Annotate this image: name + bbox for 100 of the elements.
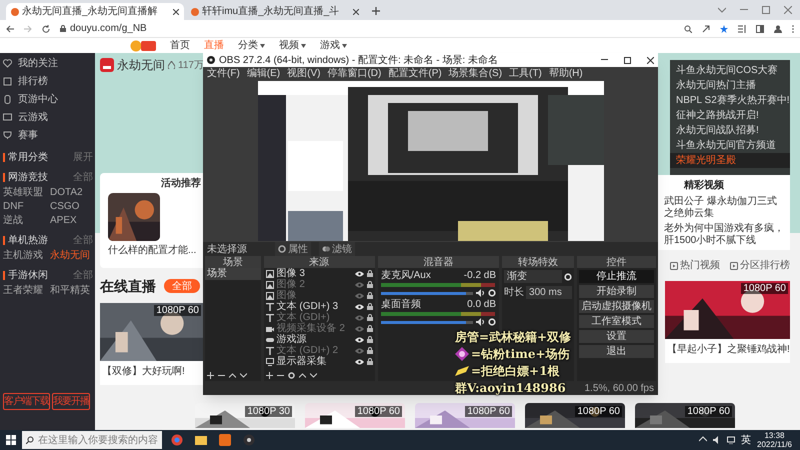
source-item[interactable]: 图像 3	[276, 268, 352, 279]
lock-icon[interactable]	[366, 270, 373, 277]
site-logo-icon[interactable]	[130, 40, 156, 52]
source-item[interactable]: 文本 (GDI+) 3	[276, 301, 352, 312]
chevron-icon[interactable]	[699, 436, 707, 444]
sidebar-link[interactable]: 页游中心	[3, 91, 93, 108]
side-panel-icon[interactable]	[756, 24, 764, 32]
eye-icon[interactable]	[354, 358, 364, 364]
notice-link[interactable]: 征神之路挑战开启!	[670, 108, 790, 123]
sidebar-link[interactable]: 云游戏	[3, 109, 93, 126]
category-link[interactable]: 和平精英	[50, 283, 93, 297]
video-link[interactable]: 武田公子 爆永劫伽刀三式之绝帅云集	[664, 196, 784, 220]
transition-dropdown[interactable]: 渐变	[504, 270, 562, 283]
video-link[interactable]: 老外为何中国游戏有多疯，肝1500小时不腻下线	[664, 223, 784, 247]
close-icon[interactable]	[173, 8, 179, 14]
down-icon[interactable]	[310, 372, 317, 378]
sidebar-link[interactable]: 赛事	[3, 127, 93, 144]
control-button[interactable]: 停止推流	[578, 270, 654, 283]
add-icon[interactable]	[207, 372, 214, 378]
category-link[interactable]: CSGO	[50, 199, 93, 213]
lock-icon[interactable]	[366, 303, 373, 310]
control-button[interactable]: 退出	[578, 345, 654, 358]
recorder-icon[interactable]	[243, 434, 255, 446]
reload-icon[interactable]	[42, 24, 50, 32]
sidebar-link[interactable]: 我的关注	[3, 55, 93, 72]
minimize-icon[interactable]	[601, 59, 608, 61]
duration-field[interactable]: 300 ms	[526, 286, 572, 299]
maximize-icon[interactable]	[624, 56, 631, 64]
volume-icon[interactable]	[476, 318, 486, 326]
category-link[interactable]: APEX	[50, 213, 93, 227]
source-item[interactable]: 图像 2	[276, 279, 352, 290]
eye-icon[interactable]	[354, 304, 364, 310]
folder-icon[interactable]	[195, 434, 207, 446]
network-icon[interactable]	[727, 436, 735, 444]
clock-time[interactable]: 13:38	[764, 431, 785, 440]
eye-icon[interactable]	[354, 336, 364, 342]
control-button[interactable]: 设置	[578, 330, 654, 343]
category-link[interactable]: DOTA2	[50, 185, 93, 199]
category-link[interactable]: 王者荣耀	[3, 283, 46, 297]
browser-icon[interactable]	[171, 434, 183, 446]
menu-item[interactable]: 工具(T)	[509, 66, 542, 81]
notice-link[interactable]: 永劫无间热门主播	[670, 78, 790, 93]
lock-icon[interactable]	[366, 358, 373, 365]
source-item[interactable]: 显示器采集	[276, 356, 352, 367]
notice-link[interactable]: 荣耀光明圣殿	[670, 153, 790, 168]
new-tab-icon[interactable]	[372, 7, 380, 15]
notice-link[interactable]: 斗鱼永劫无间官方频道	[670, 138, 790, 153]
menu-item[interactable]: 视图(V)	[287, 66, 320, 81]
menu-item[interactable]: 编辑(E)	[246, 66, 280, 81]
lock-icon[interactable]	[366, 325, 373, 332]
category-link[interactable]: 主机游戏	[3, 248, 46, 262]
search-field[interactable]: 在这里输入你要搜索的内容	[22, 431, 162, 449]
lock-icon[interactable]	[366, 281, 373, 288]
menu-item[interactable]: 文件(F)	[207, 66, 240, 81]
nav-link[interactable]: 分类	[238, 38, 265, 53]
volume-slider[interactable]	[380, 292, 474, 294]
lock-icon[interactable]	[366, 336, 373, 343]
volume-slider[interactable]	[380, 320, 474, 324]
category-link[interactable]: DNF	[3, 199, 46, 213]
panel-tab[interactable]: 分区排行榜	[730, 258, 790, 273]
notice-link[interactable]: 斗鱼永劫无间COS大赛	[670, 63, 790, 78]
address-field[interactable]: douyu.com/g_NB	[70, 21, 147, 36]
source-item[interactable]: 文本 (GDI+)	[276, 312, 352, 323]
video-card[interactable]: 1080P 60 【早起小子】之聚锤鸡战神!	[665, 281, 790, 363]
nav-link[interactable]: 首页	[170, 38, 190, 53]
category-link[interactable]: 永劫无间	[50, 248, 93, 262]
reading-list-icon[interactable]	[738, 24, 746, 32]
source-item[interactable]: 游戏源	[276, 334, 352, 345]
lock-icon[interactable]	[366, 292, 373, 299]
notice-link[interactable]: NBPL S2赛季火热开赛中!	[670, 93, 790, 108]
gear-icon[interactable]	[488, 318, 496, 326]
search-icon[interactable]	[684, 24, 692, 32]
control-button[interactable]: 工作室模式	[578, 315, 654, 328]
panel-tab[interactable]: 热门视频	[670, 258, 720, 273]
nav-link[interactable]: 视频	[279, 38, 306, 53]
browser-tab[interactable]: 永劫无间直播_永劫无间直播解	[6, 3, 184, 20]
volume-icon[interactable]	[713, 436, 721, 444]
gear-icon[interactable]	[564, 272, 572, 280]
toolbar-button[interactable]: 属性	[275, 242, 311, 256]
eye-icon[interactable]	[354, 270, 364, 276]
add-icon[interactable]	[266, 372, 273, 378]
input-method[interactable]: 英	[741, 432, 751, 448]
close-icon[interactable]	[647, 56, 654, 64]
lock-icon[interactable]	[366, 314, 373, 321]
windows-icon[interactable]	[6, 435, 16, 445]
lock-icon[interactable]	[366, 347, 373, 354]
star-icon[interactable]	[720, 24, 728, 32]
control-button[interactable]: 开始录制	[578, 285, 654, 298]
share-icon[interactable]	[702, 24, 710, 32]
scene-item[interactable]: 场景	[205, 268, 261, 280]
back-icon[interactable]	[6, 24, 14, 32]
menu-item[interactable]: 停靠窗口(D)	[327, 66, 382, 81]
category-link[interactable]: 英雄联盟	[3, 185, 46, 199]
sidebar-button[interactable]: 我要开播	[52, 393, 90, 410]
volume-icon[interactable]	[476, 289, 486, 297]
video-card[interactable]: 1080P 60 【双修】大好玩啊!	[100, 303, 203, 385]
sidebar-link[interactable]: 排行榜	[3, 73, 93, 90]
control-button[interactable]: 启动虚拟摄像机	[578, 300, 654, 313]
menu-item[interactable]: 场景集合(S)	[448, 66, 502, 81]
nav-link[interactable]: 游戏	[320, 38, 347, 53]
